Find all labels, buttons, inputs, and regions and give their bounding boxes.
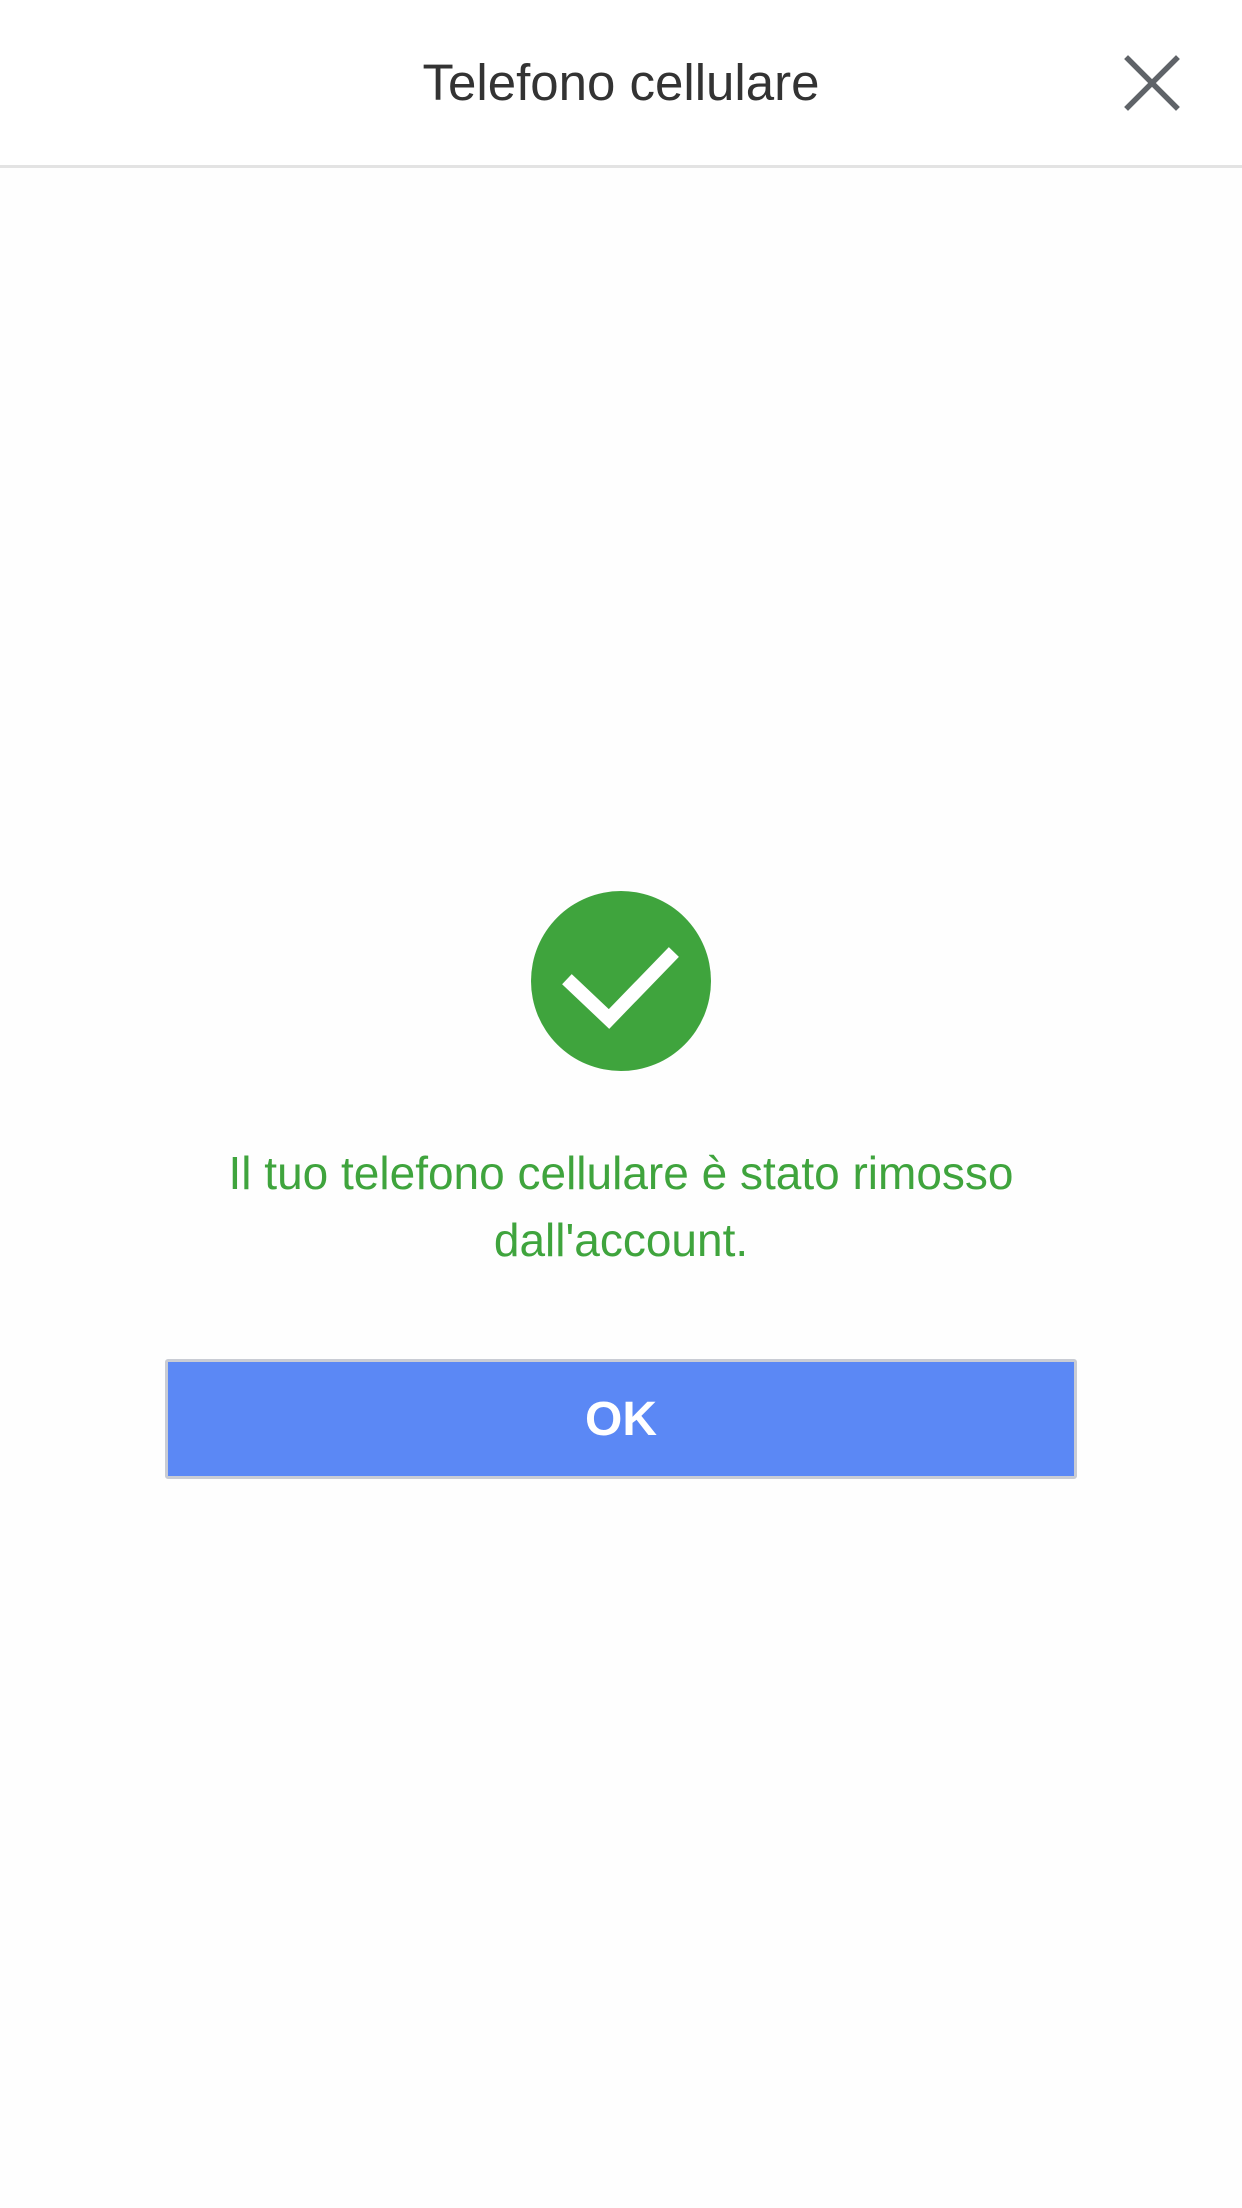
close-button[interactable] <box>1108 47 1196 119</box>
ok-button[interactable]: OK <box>165 1359 1077 1479</box>
page-title: Telefono cellulare <box>422 54 820 111</box>
close-icon <box>1122 53 1182 113</box>
header-bar: Telefono cellulare <box>0 0 1242 168</box>
phone-removed-screen: Telefono cellulare Il tuo telefono cellu… <box>0 0 1242 2208</box>
check-circle-icon <box>530 890 712 1072</box>
success-message: Il tuo telefono cellulare è stato rimoss… <box>228 1147 1014 1266</box>
